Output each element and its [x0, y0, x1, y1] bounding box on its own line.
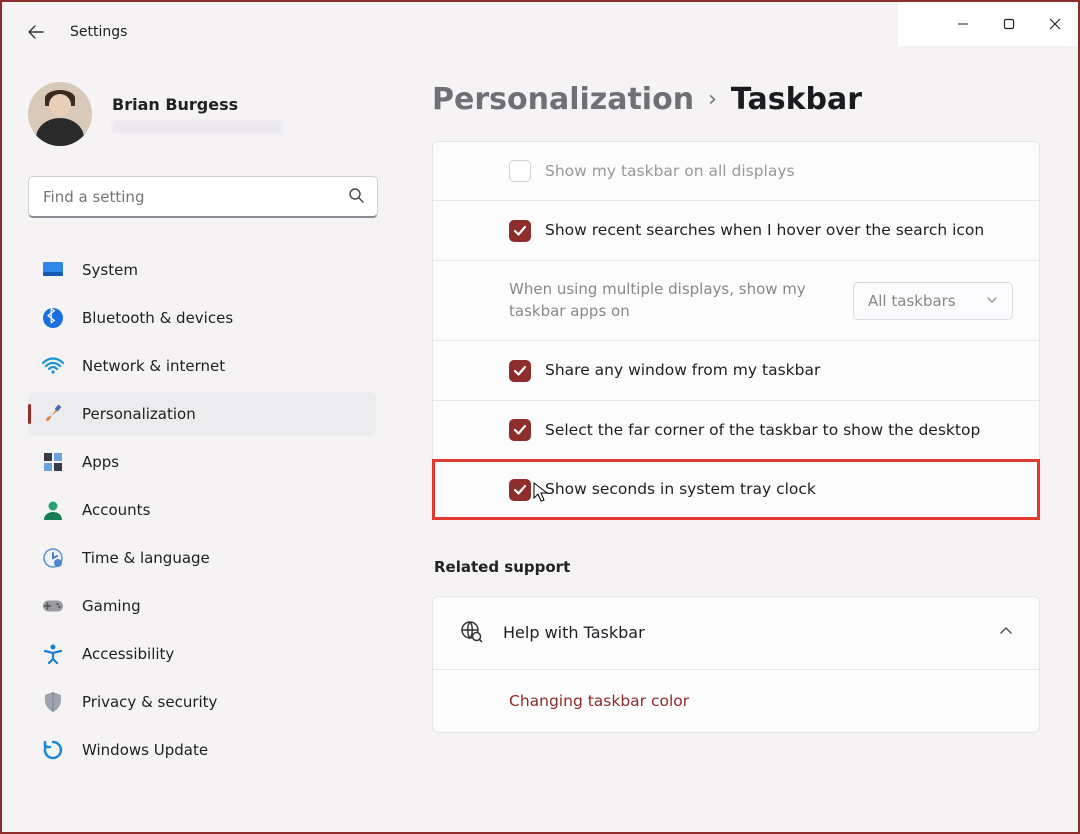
- changing-taskbar-color-link[interactable]: Changing taskbar color: [433, 670, 1039, 732]
- account-icon: [42, 499, 64, 521]
- checkbox-far-corner[interactable]: [509, 419, 531, 441]
- setting-row-show-seconds: Show seconds in system tray clock: [433, 460, 1039, 518]
- update-icon: [42, 739, 64, 761]
- nav-label: Accounts: [82, 501, 150, 519]
- avatar: [28, 82, 92, 146]
- setting-row-share-window: Share any window from my taskbar: [433, 341, 1039, 400]
- setting-row-multi-displays: When using multiple displays, show my ta…: [433, 261, 1039, 342]
- profile-email-redacted: [112, 120, 282, 134]
- checkbox-share-window[interactable]: [509, 360, 531, 382]
- maximize-button[interactable]: [986, 5, 1032, 43]
- shield-icon: [42, 691, 64, 713]
- nav-item-account[interactable]: Accounts: [28, 488, 376, 532]
- help-with-taskbar-expander[interactable]: Help with Taskbar: [433, 597, 1039, 670]
- search-input[interactable]: [28, 176, 378, 218]
- maximize-icon: [1003, 18, 1015, 30]
- main: Personalization › Taskbar Show my taskba…: [392, 72, 1078, 832]
- nav-label: Privacy & security: [82, 693, 217, 711]
- setting-row-show-all-displays: Show my taskbar on all displays: [433, 142, 1039, 201]
- setting-label: Show recent searches when I hover over t…: [545, 219, 984, 241]
- breadcrumb-level1[interactable]: Personalization: [432, 82, 694, 117]
- setting-sublabel: When using multiple displays, show my ta…: [509, 279, 829, 323]
- nav-item-bluetooth[interactable]: Bluetooth & devices: [28, 296, 376, 340]
- nav-item-accessibility[interactable]: Accessibility: [28, 632, 376, 676]
- breadcrumb-level2: Taskbar: [731, 82, 862, 117]
- system-icon: [42, 259, 64, 281]
- close-button[interactable]: [1032, 5, 1078, 43]
- nav-item-clock[interactable]: Time & language: [28, 536, 376, 580]
- search-icon: [348, 187, 364, 207]
- nav-item-system[interactable]: System: [28, 248, 376, 292]
- gaming-icon: [42, 595, 64, 617]
- display-select: All taskbars: [853, 282, 1013, 320]
- related-support-title: Related support: [434, 558, 1040, 576]
- nav-item-wifi[interactable]: Network & internet: [28, 344, 376, 388]
- chevron-up-icon: [999, 623, 1013, 642]
- breadcrumb: Personalization › Taskbar: [432, 82, 1040, 117]
- minimize-icon: [957, 18, 969, 30]
- back-button[interactable]: [26, 22, 46, 42]
- globe-help-icon: [459, 619, 483, 647]
- sidebar: Brian Burgess System Bluetooth & devices N…: [2, 72, 392, 832]
- nav-item-shield[interactable]: Privacy & security: [28, 680, 376, 724]
- search-wrap: [28, 176, 378, 218]
- nav-item-brush[interactable]: Personalization: [28, 392, 376, 436]
- profile-block[interactable]: Brian Burgess: [28, 82, 376, 146]
- checkbox-show-seconds[interactable]: [509, 479, 531, 501]
- nav-label: Windows Update: [82, 741, 208, 759]
- nav-label: Time & language: [82, 549, 210, 567]
- setting-row-far-corner: Select the far corner of the taskbar to …: [433, 401, 1039, 460]
- setting-label: Select the far corner of the taskbar to …: [545, 419, 980, 441]
- nav-item-apps[interactable]: Apps: [28, 440, 376, 484]
- nav-label: Personalization: [82, 405, 196, 423]
- titlebar: Settings: [2, 2, 898, 62]
- nav-label: Network & internet: [82, 357, 225, 375]
- close-icon: [1049, 18, 1061, 30]
- clock-icon: [42, 547, 64, 569]
- help-card: Help with Taskbar Changing taskbar color: [432, 596, 1040, 733]
- arrow-left-icon: [27, 23, 45, 41]
- nav-item-gaming[interactable]: Gaming: [28, 584, 376, 628]
- nav-label: Apps: [82, 453, 119, 471]
- select-value: All taskbars: [868, 292, 956, 310]
- checkbox-show-all-displays: [509, 160, 531, 182]
- nav-item-update[interactable]: Windows Update: [28, 728, 376, 772]
- accessibility-icon: [42, 643, 64, 665]
- nav: System Bluetooth & devices Network & inter…: [28, 248, 376, 772]
- setting-label: Share any window from my taskbar: [545, 359, 820, 381]
- profile-name: Brian Burgess: [112, 95, 282, 114]
- setting-label: Show seconds in system tray clock: [545, 478, 816, 500]
- window-controls: [898, 2, 1078, 46]
- chevron-down-icon: [986, 292, 998, 310]
- brush-icon: [42, 403, 64, 425]
- app-title: Settings: [70, 24, 127, 40]
- nav-label: Accessibility: [82, 645, 174, 663]
- setting-row-recent-searches: Show recent searches when I hover over t…: [433, 201, 1039, 260]
- chevron-right-icon: ›: [708, 87, 717, 112]
- help-title: Help with Taskbar: [503, 623, 645, 642]
- nav-label: Bluetooth & devices: [82, 309, 233, 327]
- bluetooth-icon: [42, 307, 64, 329]
- apps-icon: [42, 451, 64, 473]
- settings-card: Show my taskbar on all displays Show rece…: [432, 141, 1040, 520]
- nav-label: System: [82, 261, 138, 279]
- setting-label: Show my taskbar on all displays: [545, 160, 795, 182]
- minimize-button[interactable]: [940, 5, 986, 43]
- wifi-icon: [42, 355, 64, 377]
- checkbox-recent-searches[interactable]: [509, 220, 531, 242]
- nav-label: Gaming: [82, 597, 141, 615]
